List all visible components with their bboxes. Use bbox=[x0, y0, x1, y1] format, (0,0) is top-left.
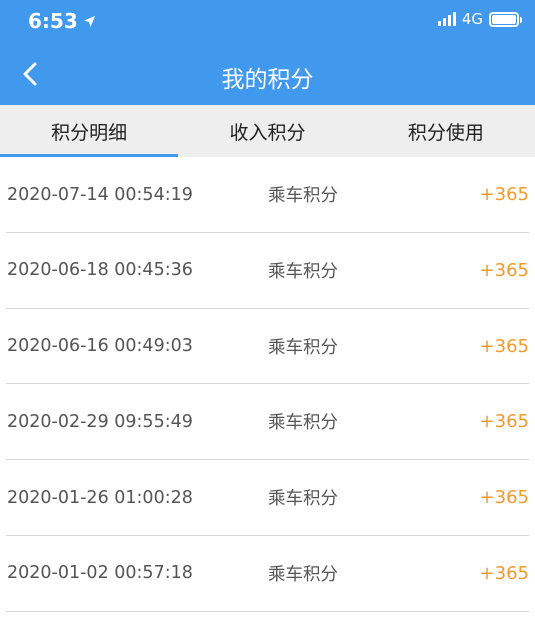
tab-label: 收入积分 bbox=[229, 121, 306, 144]
tab-label: 积分使用 bbox=[407, 121, 484, 144]
status-bar: 6:53 4G bbox=[0, 0, 535, 42]
record-type: 乘车积分 bbox=[268, 413, 338, 434]
list-item: 2020-02-29 09:55:49 乘车积分 +365 bbox=[6, 384, 529, 461]
record-datetime: 2020-02-29 09:55:49 bbox=[7, 411, 193, 432]
status-time: 6:53 bbox=[28, 9, 96, 33]
location-arrow-icon bbox=[83, 15, 95, 27]
status-time-text: 6:53 bbox=[28, 9, 78, 33]
record-type: 乘车积分 bbox=[268, 564, 338, 585]
tab-points-usage[interactable]: 积分使用 bbox=[357, 105, 535, 157]
record-type: 乘车积分 bbox=[268, 261, 338, 282]
status-indicators: 4G bbox=[437, 10, 522, 28]
record-points: +365 bbox=[479, 562, 529, 584]
list-item: 2020-01-02 00:57:18 乘车积分 +365 bbox=[6, 536, 529, 612]
list-item: 2020-06-18 00:45:36 乘车积分 +365 bbox=[6, 233, 529, 309]
network-label: 4G bbox=[461, 10, 483, 28]
record-points: +365 bbox=[479, 411, 529, 433]
battery-icon bbox=[489, 11, 522, 27]
tab-bar: 积分明细 收入积分 积分使用 bbox=[0, 105, 535, 157]
record-type: 乘车积分 bbox=[268, 489, 338, 510]
list-item: 2020-07-14 00:54:19 乘车积分 +365 bbox=[6, 157, 529, 233]
record-points: +365 bbox=[479, 335, 529, 357]
tab-points-detail[interactable]: 积分明细 bbox=[0, 105, 179, 157]
record-type: 乘车积分 bbox=[268, 337, 338, 358]
record-type: 乘车积分 bbox=[268, 186, 338, 206]
header: 6:53 4G 我的积分 bbox=[0, 0, 535, 105]
record-datetime: 2020-01-26 01:00:28 bbox=[7, 487, 193, 508]
record-points: +365 bbox=[479, 184, 529, 205]
record-datetime: 2020-06-16 00:49:03 bbox=[7, 336, 193, 357]
nav-bar: 我的积分 bbox=[0, 46, 535, 105]
record-points: +365 bbox=[479, 487, 529, 509]
record-datetime: 2020-06-18 00:45:36 bbox=[7, 260, 193, 281]
tab-label: 积分明细 bbox=[51, 121, 128, 144]
list-item: 2020-01-26 01:00:28 乘车积分 +365 bbox=[6, 460, 529, 536]
signal-icon bbox=[437, 12, 456, 26]
points-record-list: 2020-07-14 00:54:19 乘车积分 +365 2020-06-18… bbox=[0, 157, 535, 612]
list-item: 2020-06-16 00:49:03 乘车积分 +365 bbox=[6, 309, 529, 385]
record-datetime: 2020-07-14 00:54:19 bbox=[7, 184, 193, 205]
record-points: +365 bbox=[479, 259, 529, 281]
page-title: 我的积分 bbox=[221, 67, 314, 93]
tab-points-income[interactable]: 收入积分 bbox=[178, 105, 356, 157]
record-datetime: 2020-01-02 00:57:18 bbox=[7, 563, 193, 584]
